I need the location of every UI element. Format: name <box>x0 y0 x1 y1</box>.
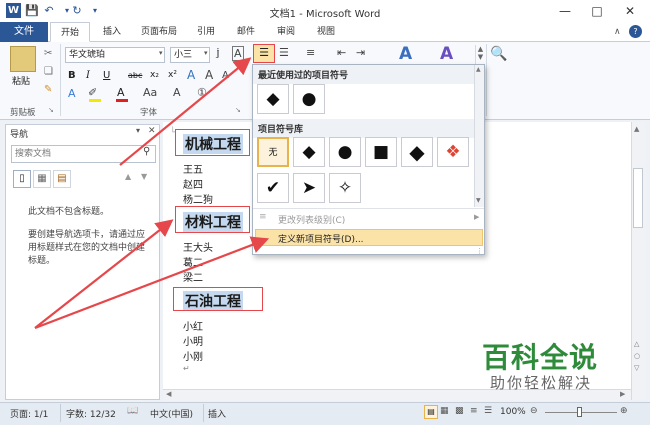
web-layout-view-icon[interactable]: ▩ <box>455 406 464 416</box>
zoom-level[interactable]: 100% <box>500 407 526 417</box>
watermark-subtitle: 助你轻松解决 <box>490 374 593 392</box>
status-divider <box>203 404 204 422</box>
insert-mode[interactable]: 插入 <box>208 407 226 420</box>
full-screen-view-icon[interactable]: ▦ <box>440 406 449 416</box>
zoom-out-icon[interactable]: ⊖ <box>530 406 538 416</box>
annotation-arrow-to-bullets <box>119 57 252 166</box>
word-count[interactable]: 字数: 12/32 <box>66 407 116 420</box>
annotation-arrow-to-heading <box>34 219 174 329</box>
status-divider <box>60 404 61 422</box>
watermark-title: 百科全说 <box>482 341 599 374</box>
zoom-in-icon[interactable]: ⊕ <box>620 406 628 416</box>
zoom-slider-thumb[interactable] <box>577 407 582 417</box>
print-layout-view-icon[interactable]: ▤ <box>424 405 438 419</box>
draft-view-icon[interactable]: ☰ <box>484 406 492 416</box>
annotation-arrow-to-define <box>34 236 270 330</box>
language-indicator[interactable]: 中文(中国) <box>150 407 193 420</box>
page-count[interactable]: 页面: 1/1 <box>10 407 48 420</box>
proofing-icon[interactable]: 📖 <box>127 406 138 416</box>
outline-view-icon[interactable]: ≡ <box>470 406 478 416</box>
